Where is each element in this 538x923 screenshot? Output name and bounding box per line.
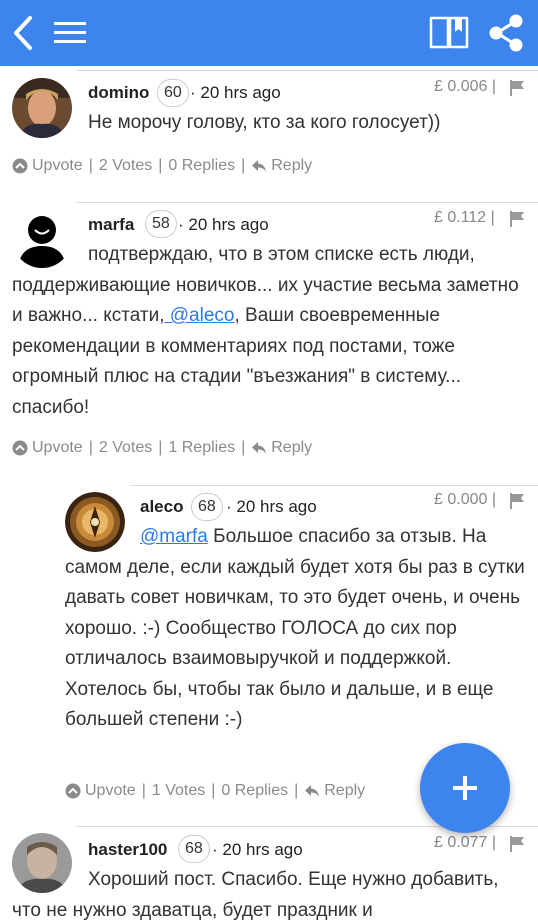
top-app-bar: [0, 0, 538, 66]
new-comment-fab[interactable]: [420, 743, 510, 833]
comment-timestamp: · 20 hrs ago: [226, 497, 317, 516]
replies-count[interactable]: 1 Replies: [168, 439, 235, 457]
share-icon[interactable]: [486, 12, 526, 54]
payout-amount[interactable]: £ 0.077 |: [434, 834, 496, 852]
upvote-icon[interactable]: [65, 783, 81, 799]
separator: |: [88, 157, 93, 174]
reputation-badge: 58: [145, 210, 177, 238]
votes-count[interactable]: 1 Votes: [152, 782, 205, 800]
mention-link[interactable]: @marfa: [140, 526, 208, 547]
reply-icon: [251, 440, 267, 456]
upvote-button[interactable]: Upvote: [32, 439, 83, 457]
chevron-left-icon[interactable]: [8, 14, 38, 52]
reply-label: Reply: [271, 439, 313, 456]
reply-button[interactable]: Reply: [251, 157, 312, 175]
reputation-badge: 68: [191, 493, 223, 521]
hamburger-menu-icon[interactable]: [52, 18, 88, 48]
avatar[interactable]: [12, 78, 72, 138]
divider: [76, 202, 538, 203]
comment-actions: Upvote | 2 Votes | 0 Replies | Reply: [12, 157, 312, 175]
upvote-button[interactable]: Upvote: [32, 157, 83, 175]
reply-icon: [304, 783, 320, 799]
payout-amount[interactable]: £ 0.006 |: [434, 78, 496, 96]
flag-icon[interactable]: [510, 493, 524, 509]
open-book-icon[interactable]: [428, 14, 470, 50]
reply-button[interactable]: Reply: [304, 782, 365, 800]
divider: [76, 70, 538, 71]
upvote-icon[interactable]: [12, 158, 28, 174]
reply-label: Reply: [324, 782, 366, 799]
payout-amount[interactable]: £ 0.112 |: [434, 209, 495, 227]
comment-text: Хороший пост. Спасибо. Еще нужно добавит…: [12, 869, 499, 921]
comment-actions: Upvote | 2 Votes | 1 Replies | Reply: [12, 439, 312, 457]
separator: |: [211, 782, 216, 799]
flag-icon[interactable]: [510, 80, 524, 96]
comment-author[interactable]: domino: [88, 83, 149, 103]
separator: |: [88, 439, 93, 456]
votes-count[interactable]: 2 Votes: [99, 157, 152, 175]
upvote-button[interactable]: Upvote: [85, 782, 136, 800]
plus-icon: [453, 776, 477, 800]
separator: |: [241, 439, 246, 456]
comment-text: Не морочу голову, кто за кого голосует)): [88, 112, 441, 133]
mention-link[interactable]: @aleco: [164, 305, 235, 326]
comment-text: подтверждаю, что в этом списке есть люди…: [12, 240, 532, 423]
reply-icon: [251, 158, 267, 174]
comment-author[interactable]: haster100: [88, 840, 167, 860]
comment-author[interactable]: marfa: [88, 215, 134, 235]
comment-timestamp: · 20 hrs ago: [212, 840, 303, 859]
separator: |: [294, 782, 299, 799]
comment-actions: Upvote | 1 Votes | 0 Replies | Reply: [65, 782, 365, 800]
reputation-badge: 68: [178, 835, 210, 863]
votes-count[interactable]: 2 Votes: [99, 439, 152, 457]
separator: |: [241, 157, 246, 174]
comment-text-part: Большое спасибо за отзыв. На самом деле,…: [65, 526, 525, 730]
divider: [130, 485, 538, 486]
flag-icon[interactable]: [510, 836, 524, 852]
replies-count[interactable]: 0 Replies: [221, 782, 288, 800]
separator: |: [141, 782, 146, 799]
payout-amount[interactable]: £ 0.000 |: [434, 491, 496, 509]
separator: |: [158, 157, 163, 174]
replies-count[interactable]: 0 Replies: [168, 157, 235, 175]
flag-icon[interactable]: [510, 211, 524, 227]
comment-text: @marfa Большое спасибо за отзыв. На само…: [65, 522, 533, 736]
reputation-badge: 60: [157, 79, 189, 107]
reply-label: Reply: [271, 157, 313, 174]
comment-author[interactable]: aleco: [140, 497, 183, 517]
separator: |: [158, 439, 163, 456]
reply-button[interactable]: Reply: [251, 439, 312, 457]
comment-timestamp: · 20 hrs ago: [178, 215, 269, 234]
comment-timestamp: · 20 hrs ago: [190, 83, 281, 102]
upvote-icon[interactable]: [12, 440, 28, 456]
